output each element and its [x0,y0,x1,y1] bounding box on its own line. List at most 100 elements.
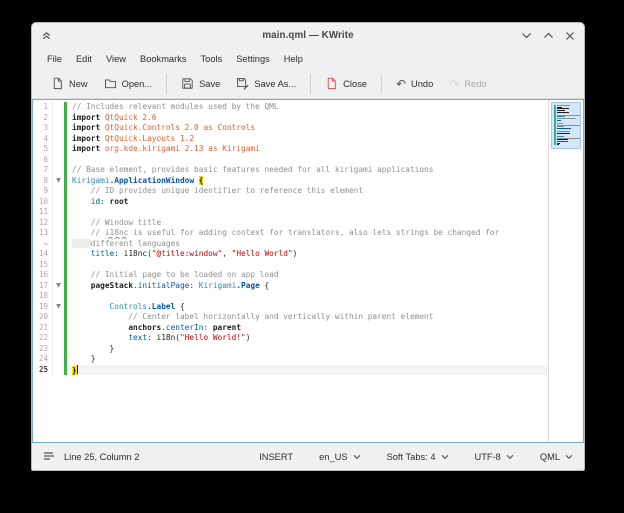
fold-marker-icon[interactable]: ▼ [53,176,64,187]
close-button[interactable]: Close [317,73,375,94]
code-token: i18nc( [119,249,152,258]
line-number: 13 [33,228,53,239]
code-text: title: i18nc("@title:window", "Hello Wor… [67,249,548,260]
fold-marker-icon[interactable]: ▼ [53,302,64,313]
save-button[interactable]: Save [173,73,228,94]
code-line[interactable]: 18 [33,291,548,302]
line-number: 20 [33,312,53,323]
open-folder-icon [104,77,117,90]
fold-column [53,144,64,155]
code-line[interactable]: 7// Base element, provides basic feature… [33,165,548,176]
close-window-button[interactable] [565,31,575,41]
fold-column [53,165,64,176]
code-token: title: [72,249,119,258]
fold-marker-icon[interactable]: ▼ [53,281,64,292]
code-token: .ApplicationWindow [110,176,195,185]
minimap-code-preview [557,105,578,148]
minimap-scrollbar[interactable] [548,100,583,442]
code-line[interactable]: 9 // ID provides unique identifier to re… [33,186,548,197]
code-line[interactable]: 20 // Center label horizontally and vert… [33,312,548,323]
code-line[interactable]: 21 anchors.centerIn: parent [33,323,548,334]
code-line[interactable]: 12 // Window title [33,218,548,229]
menu-file[interactable]: File [40,51,69,67]
code-line[interactable]: 14 title: i18nc("@title:window", "Hello … [33,249,548,260]
toolbar-separator [166,74,167,94]
code-text: import QtQuick.Controls 2.0 as Controls [67,123,548,134]
fold-column [53,354,64,365]
fold-column [53,123,64,134]
minimize-button[interactable] [521,31,532,40]
menu-edit[interactable]: Edit [69,51,99,67]
open-button[interactable]: Open... [96,73,161,94]
save-icon [181,77,194,90]
code-line[interactable]: 5import org.kde.kirigami 2.13 as Kirigam… [33,144,548,155]
new-button[interactable]: New [43,73,96,94]
code-line[interactable]: 17▼ pageStack.initialPage: Kirigami.Page… [33,281,548,292]
code-line[interactable]: 6 [33,155,548,166]
text-edit-area[interactable]: 1// Includes relevant modules used by th… [33,100,548,442]
code-token: { [260,281,269,290]
code-line[interactable]: 8▼Kirigami.ApplicationWindow { [33,176,548,187]
window-shade-icon[interactable] [41,30,52,41]
fold-column [53,134,64,145]
redo-icon: ↷ [449,78,459,90]
minimap-visible-region[interactable] [551,102,581,149]
code-line[interactable]: ↪ different languages [33,239,548,250]
fold-column [53,239,64,250]
titlebar[interactable]: main.qml — KWrite [32,23,584,48]
code-token: Kirigami [199,281,237,290]
code-text: import QtQuick 2.6 [67,113,548,124]
code-line[interactable]: 2 import QtQuick 2.6 [33,113,548,124]
save-as-button[interactable]: Save As... [228,73,304,94]
code-line[interactable]: 22 text: i18n("Hello World!") [33,333,548,344]
code-token: ) [246,333,251,342]
insert-mode-button[interactable]: INSERT [259,448,293,466]
code-token: Kirigami [72,176,110,185]
code-line[interactable]: 25} [33,365,548,376]
fold-column [53,218,64,229]
fold-column [53,291,64,302]
code-line[interactable]: 19▼ Controls.Label { [33,302,548,313]
code-token: pageStack [72,281,133,290]
menu-help[interactable]: Help [277,51,310,67]
code-token: QtQuick 2.6 [100,113,156,122]
code-line[interactable]: 16 // Initial page to be loaded on app l… [33,270,548,281]
fold-column [53,249,64,260]
line-number: 2 [33,113,53,124]
menu-tools[interactable]: Tools [194,51,230,67]
menu-view[interactable]: View [99,51,133,67]
editor-view: 1// Includes relevant modules used by th… [32,99,584,443]
statusbar-item-label: QML [540,452,560,462]
code-line[interactable]: 11 [33,207,548,218]
code-token [72,239,91,248]
code-line[interactable]: 3import QtQuick.Controls 2.0 as Controls [33,123,548,134]
code-token: { [199,176,204,185]
fold-column [53,323,64,334]
code-line[interactable]: 23 } [33,344,548,355]
code-line[interactable]: 4import QtQuick.Layouts 1.2 [33,134,548,145]
cursor-position-label[interactable]: Line 25, Column 2 [64,452,139,462]
code-text [67,291,548,302]
fold-column [53,113,64,124]
code-line[interactable]: 10 id: root [33,197,548,208]
menu-settings[interactable]: Settings [229,51,277,67]
maximize-button[interactable] [543,31,554,40]
tab-settings-button[interactable]: Soft Tabs: 4 [387,448,449,466]
statusbar-menu-icon[interactable] [43,451,55,463]
code-line[interactable]: 13 // i18nc is useful for adding context… [33,228,548,239]
encoding-button[interactable]: UTF-8 [475,448,514,466]
code-line[interactable]: 1// Includes relevant modules used by th… [33,102,548,113]
undo-button[interactable]: ↶Undo [388,74,441,94]
dictionary-button[interactable]: en_US [319,448,360,466]
menu-bookmarks[interactable]: Bookmarks [133,51,194,67]
line-number: 4 [33,134,53,145]
redo-button[interactable]: ↷Redo [441,74,494,94]
code-line[interactable]: 15 [33,260,548,271]
line-number: 22 [33,333,53,344]
minimap-modified-indicator [554,105,556,145]
syntax-mode-button[interactable]: QML [540,448,573,466]
statusbar-item-label: INSERT [259,452,293,462]
chevron-down-icon [506,454,514,460]
code-line[interactable]: 24 } [33,354,548,365]
code-token: is useful for adding context for transla… [128,228,499,237]
